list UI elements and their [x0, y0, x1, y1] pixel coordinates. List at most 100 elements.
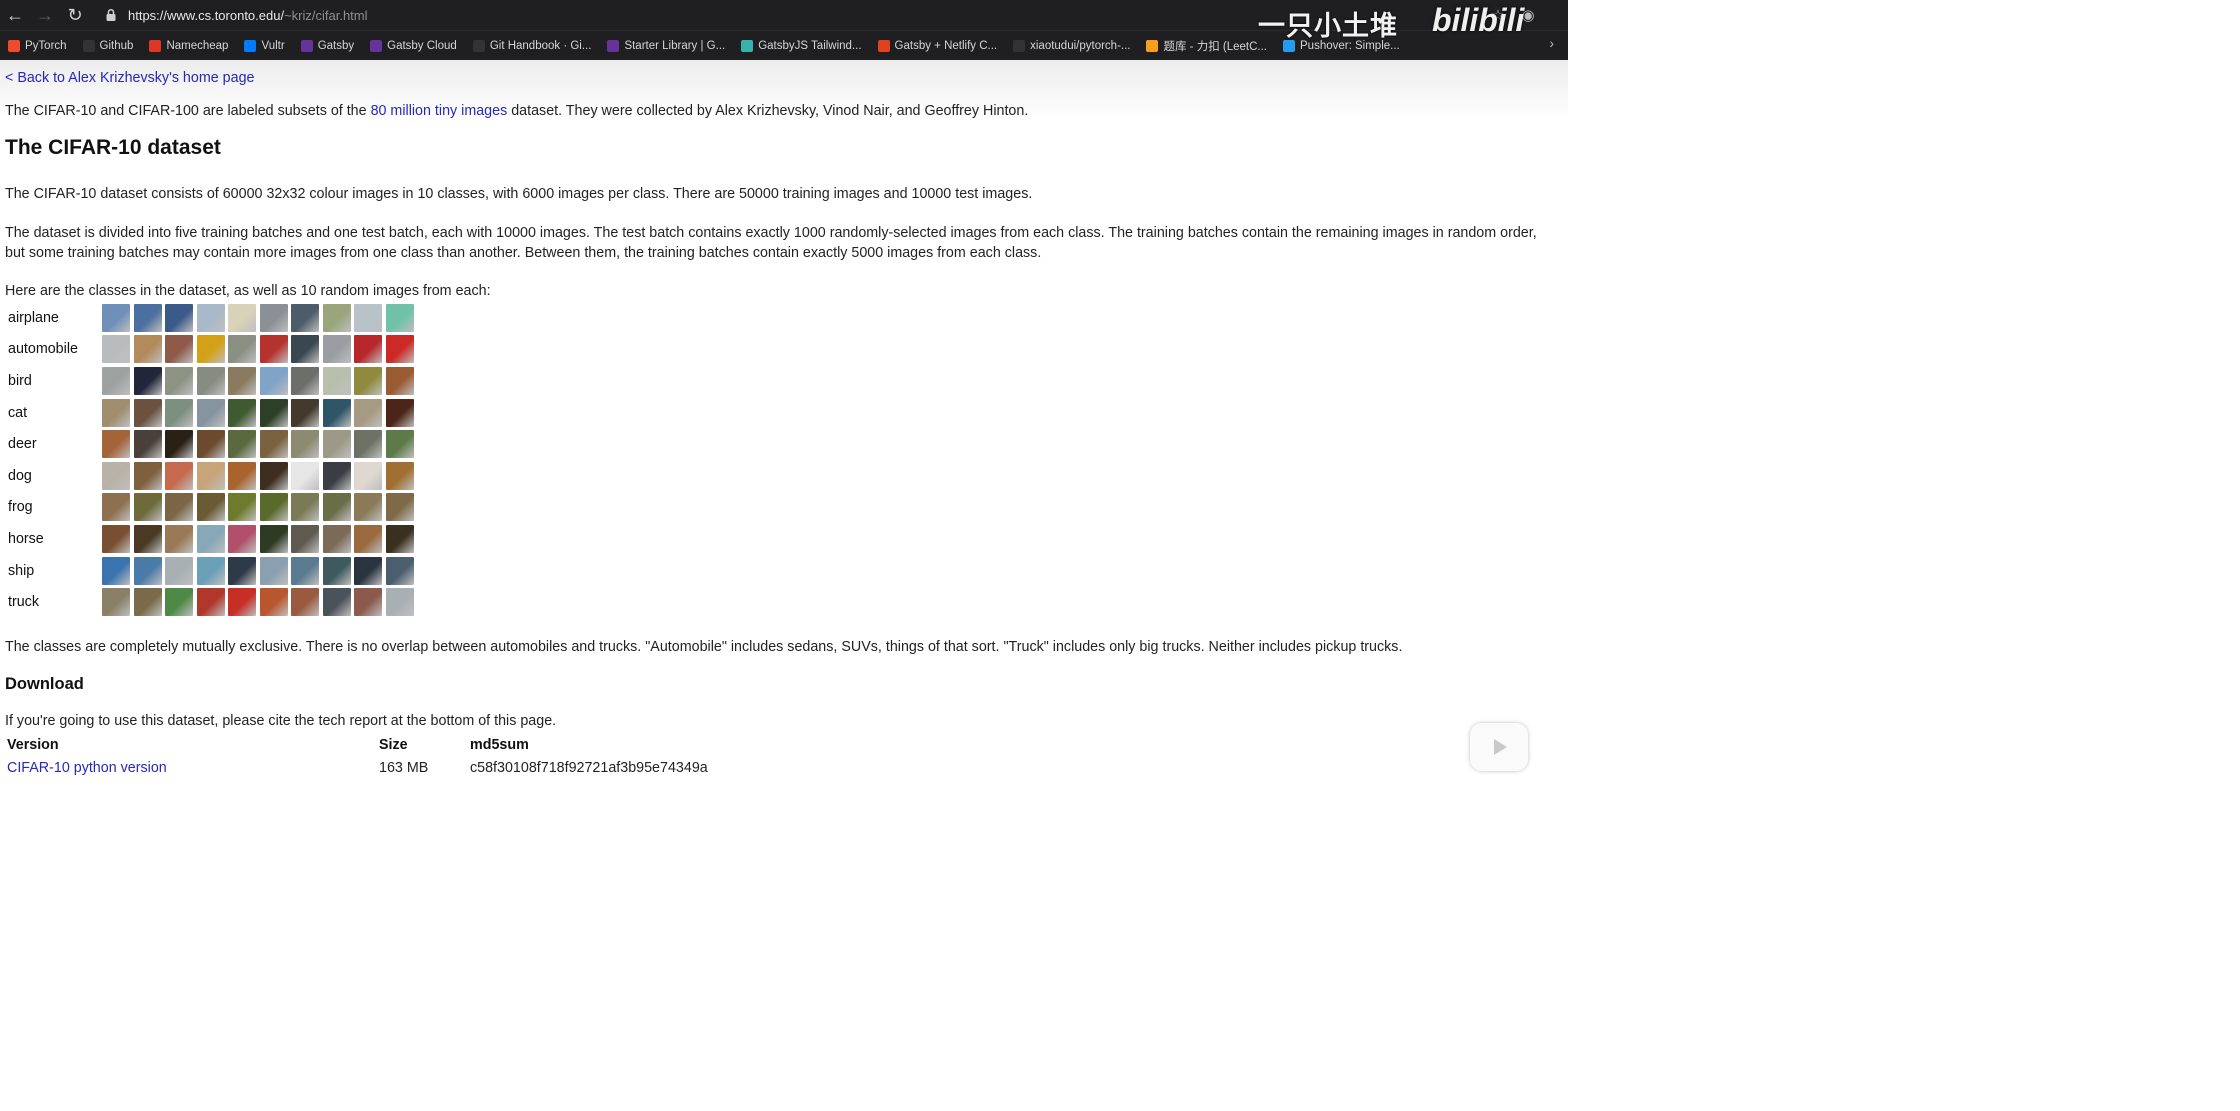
bookmark-item[interactable]: Gatsby Cloud	[362, 35, 465, 57]
sample-image-thumbnail	[102, 461, 130, 490]
sample-image-thumbnail	[228, 398, 256, 427]
intro-paragraph: The CIFAR-10 and CIFAR-100 are labeled s…	[5, 101, 1028, 121]
bookmark-item[interactable]: Git Handbook · Gi...	[465, 35, 600, 57]
sample-image-thumbnail	[165, 335, 193, 364]
exclusive-classes-paragraph: The classes are completely mutually excl…	[5, 639, 1403, 655]
sample-image-thumbnail	[165, 430, 193, 459]
vultr-icon	[244, 40, 257, 52]
sample-image-thumbnail	[165, 524, 193, 553]
sample-image-thumbnail	[259, 524, 288, 553]
back-arrow-icon[interactable]: ←	[0, 0, 30, 30]
sample-image-thumbnail	[322, 588, 351, 617]
bookmark-item[interactable]: 题库 - 力扣 (LeetC...	[1138, 35, 1275, 57]
bookmark-item[interactable]: PyTorch	[0, 35, 75, 57]
sample-image-thumbnail	[385, 461, 414, 490]
class-thumbnails	[102, 461, 414, 490]
bookmark-item[interactable]: GatsbyJS Tailwind...	[733, 35, 869, 57]
video-play-button[interactable]	[1470, 723, 1528, 771]
sample-image-thumbnail	[354, 588, 382, 617]
sample-image-thumbnail	[228, 493, 256, 522]
sample-image-thumbnail	[133, 366, 162, 395]
sample-image-thumbnail	[291, 493, 319, 522]
sample-image-thumbnail	[102, 556, 130, 585]
sample-image-thumbnail	[385, 493, 414, 522]
sample-image-thumbnail	[133, 430, 162, 459]
back-home-link[interactable]: < Back to Alex Krizhevsky's home page	[5, 68, 254, 88]
class-thumbnails	[102, 588, 414, 617]
class-samples-table: airplane automobile bird cat deer dog frog hors…	[5, 302, 414, 618]
sample-image-thumbnail	[133, 335, 162, 364]
sample-image-thumbnail	[228, 524, 256, 553]
sample-image-thumbnail	[259, 556, 288, 585]
sample-image-thumbnail	[102, 335, 130, 364]
sample-image-thumbnail	[291, 398, 319, 427]
class-label: cat	[8, 404, 28, 421]
forward-arrow-icon[interactable]: →	[30, 0, 60, 30]
lock-icon	[106, 8, 116, 21]
bookmark-label: Starter Library | G...	[624, 40, 726, 52]
bookmark-label: Gatsby + Netlify C...	[894, 40, 998, 52]
bookmarks-overflow-chevron-icon[interactable]: ›	[1549, 35, 1554, 51]
class-thumbnails	[102, 493, 414, 522]
sample-image-thumbnail	[133, 398, 162, 427]
sample-image-thumbnail	[133, 303, 162, 332]
sample-image-thumbnail	[385, 366, 414, 395]
class-label: ship	[8, 562, 35, 579]
sample-image-thumbnail	[165, 556, 193, 585]
leetcode-icon	[1146, 40, 1159, 52]
page-title: The CIFAR-10 dataset	[5, 136, 221, 159]
sample-image-thumbnail	[322, 556, 351, 585]
netlify-icon	[877, 40, 890, 52]
class-row: frog	[5, 492, 414, 524]
sample-image-thumbnail	[385, 303, 414, 332]
sample-image-thumbnail	[259, 398, 288, 427]
sample-image-thumbnail	[196, 493, 225, 522]
tiny-images-link[interactable]: 80 million tiny images	[371, 103, 508, 119]
bookmark-label: Gatsby	[317, 40, 355, 52]
class-thumbnails	[102, 303, 414, 332]
sample-image-thumbnail	[102, 398, 130, 427]
class-row: automobile	[5, 334, 414, 366]
bookmark-item[interactable]: Gatsby	[293, 35, 362, 57]
download-table: Version Size md5sum CIFAR-10 python vers…	[7, 733, 770, 779]
sample-image-thumbnail	[354, 524, 382, 553]
python-version-download-link[interactable]: CIFAR-10 python version	[7, 760, 167, 776]
sample-image-thumbnail	[385, 430, 414, 459]
github-icon	[472, 40, 485, 52]
class-label: airplane	[8, 309, 59, 326]
sample-image-thumbnail	[196, 366, 225, 395]
sample-image-thumbnail	[322, 524, 351, 553]
sample-image-thumbnail	[165, 398, 193, 427]
sample-image-thumbnail	[133, 461, 162, 490]
sample-image-thumbnail	[259, 303, 288, 332]
bookmark-item[interactable]: Starter Library | G...	[599, 35, 733, 57]
page-content: < Back to Alex Krizhevsky's home page Th…	[0, 60, 1568, 778]
class-label: truck	[8, 594, 39, 611]
bookmark-item[interactable]: Github	[75, 35, 142, 57]
sample-image-thumbnail	[228, 366, 256, 395]
address-bar[interactable]: https://www.cs.toronto.edu/~kriz/cifar.h…	[104, 0, 368, 30]
sample-image-thumbnail	[196, 588, 225, 617]
bookmark-item[interactable]: xiaotudui/pytorch-...	[1005, 35, 1138, 57]
bookmark-item[interactable]: Gatsby + Netlify C...	[870, 35, 1006, 57]
bookmark-item[interactable]: Vultr	[236, 35, 292, 57]
download-heading: Download	[5, 675, 84, 693]
bookmark-item[interactable]: Namecheap	[141, 35, 236, 57]
class-thumbnails	[102, 366, 414, 395]
sample-image-thumbnail	[291, 366, 319, 395]
class-label: horse	[8, 530, 44, 547]
sample-image-thumbnail	[322, 366, 351, 395]
sample-image-thumbnail	[259, 461, 288, 490]
header-version: Version	[7, 736, 59, 753]
play-icon	[1494, 739, 1507, 755]
reload-icon[interactable]: ↻	[60, 0, 90, 30]
sample-image-thumbnail	[165, 461, 193, 490]
class-label: dog	[8, 467, 32, 484]
bookmark-label: Git Handbook · Gi...	[489, 40, 592, 52]
bookmark-label: Namecheap	[166, 40, 229, 52]
sample-image-thumbnail	[102, 366, 130, 395]
sample-image-thumbnail	[354, 461, 382, 490]
class-row: horse	[5, 523, 414, 555]
sample-image-thumbnail	[291, 430, 319, 459]
sample-image-thumbnail	[165, 588, 193, 617]
